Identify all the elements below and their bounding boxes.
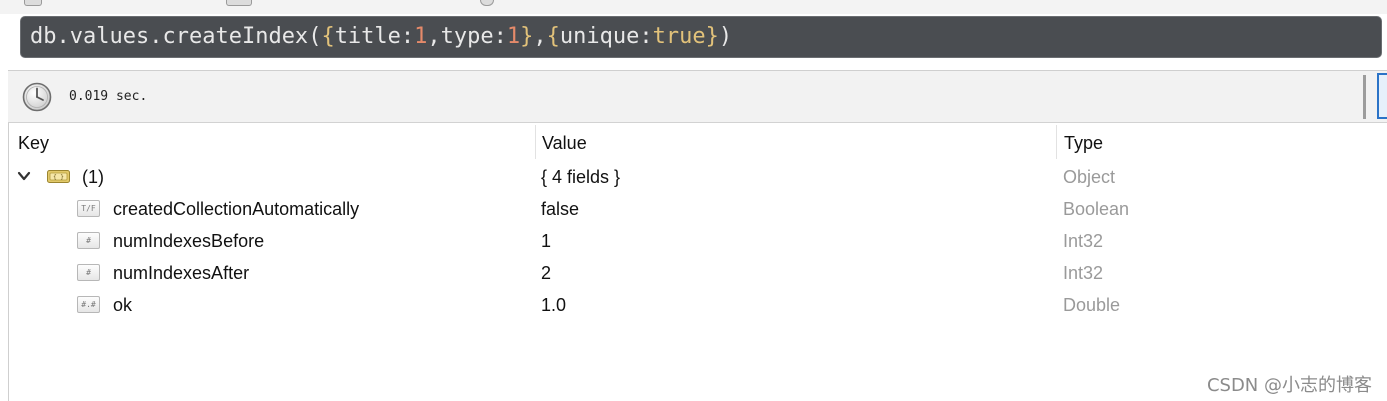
field-value: false xyxy=(541,199,580,219)
query-token: { xyxy=(321,24,335,49)
field-type: Int32 xyxy=(1063,231,1104,251)
query-token: . xyxy=(149,24,163,49)
column-header-type[interactable]: Type xyxy=(1055,125,1375,159)
query-token: unique xyxy=(559,24,640,49)
field-key: createdCollectionAutomatically xyxy=(113,199,360,219)
query-token: ( xyxy=(308,24,322,49)
query-token: } xyxy=(520,24,534,49)
field-key: numIndexesBefore xyxy=(113,231,265,251)
query-token: true xyxy=(652,24,706,49)
column-header-value[interactable]: Value xyxy=(533,125,1056,159)
toolbar-icon[interactable] xyxy=(226,0,252,6)
status-bar: 0.019 sec. xyxy=(8,71,1387,123)
clock-icon xyxy=(22,82,52,112)
svg-text:{ }: { } xyxy=(53,174,64,181)
view-mode-tab[interactable] xyxy=(1377,73,1387,119)
query-token: : xyxy=(400,24,415,49)
watermark: CSDN @小志的博客 xyxy=(1206,375,1372,396)
field-value: 1 xyxy=(541,231,552,251)
top-toolbar-strip xyxy=(0,0,1387,14)
query-token: db xyxy=(30,24,57,49)
query-token: title xyxy=(334,24,401,49)
root-key: (1) xyxy=(82,167,104,187)
column-header-key[interactable]: Key xyxy=(9,125,535,159)
query-token: , xyxy=(427,24,441,49)
query-token: type xyxy=(440,24,494,49)
query-token: ) xyxy=(718,24,733,49)
field-type: Int32 xyxy=(1063,263,1104,283)
int32-icon: # xyxy=(77,232,100,249)
object-icon: { } xyxy=(47,170,70,183)
query-token: , xyxy=(533,24,547,49)
toolbar-icon[interactable] xyxy=(24,0,42,6)
splitter-handle[interactable] xyxy=(1363,75,1366,119)
query-token: : xyxy=(639,24,653,49)
toolbar-icon[interactable] xyxy=(480,0,494,6)
double-icon: #.# xyxy=(77,296,100,313)
query-token: } xyxy=(705,24,719,49)
query-token: 1 xyxy=(506,24,521,49)
int32-icon: # xyxy=(77,264,100,281)
field-value: 1.0 xyxy=(541,295,567,315)
field-value: 2 xyxy=(541,263,552,283)
root-value: { 4 fields } xyxy=(541,167,621,187)
query-token: createIndex xyxy=(162,24,309,49)
query-token: { xyxy=(546,24,560,49)
execution-time: 0.019 sec. xyxy=(69,89,148,104)
query-token: . xyxy=(56,24,70,49)
field-key: ok xyxy=(113,295,133,315)
field-type: Boolean xyxy=(1063,199,1130,219)
query-token: 1 xyxy=(414,24,428,49)
query-token: values xyxy=(69,24,150,49)
field-type: Double xyxy=(1063,295,1121,315)
field-key: numIndexesAfter xyxy=(113,263,250,283)
chevron-down-icon[interactable] xyxy=(16,168,32,184)
root-type: Object xyxy=(1063,167,1116,187)
query-editor[interactable]: db.values.createIndex({title:1,type:1},{… xyxy=(20,16,1382,58)
query-token: : xyxy=(493,24,507,49)
boolean-icon: T/F xyxy=(77,200,100,217)
